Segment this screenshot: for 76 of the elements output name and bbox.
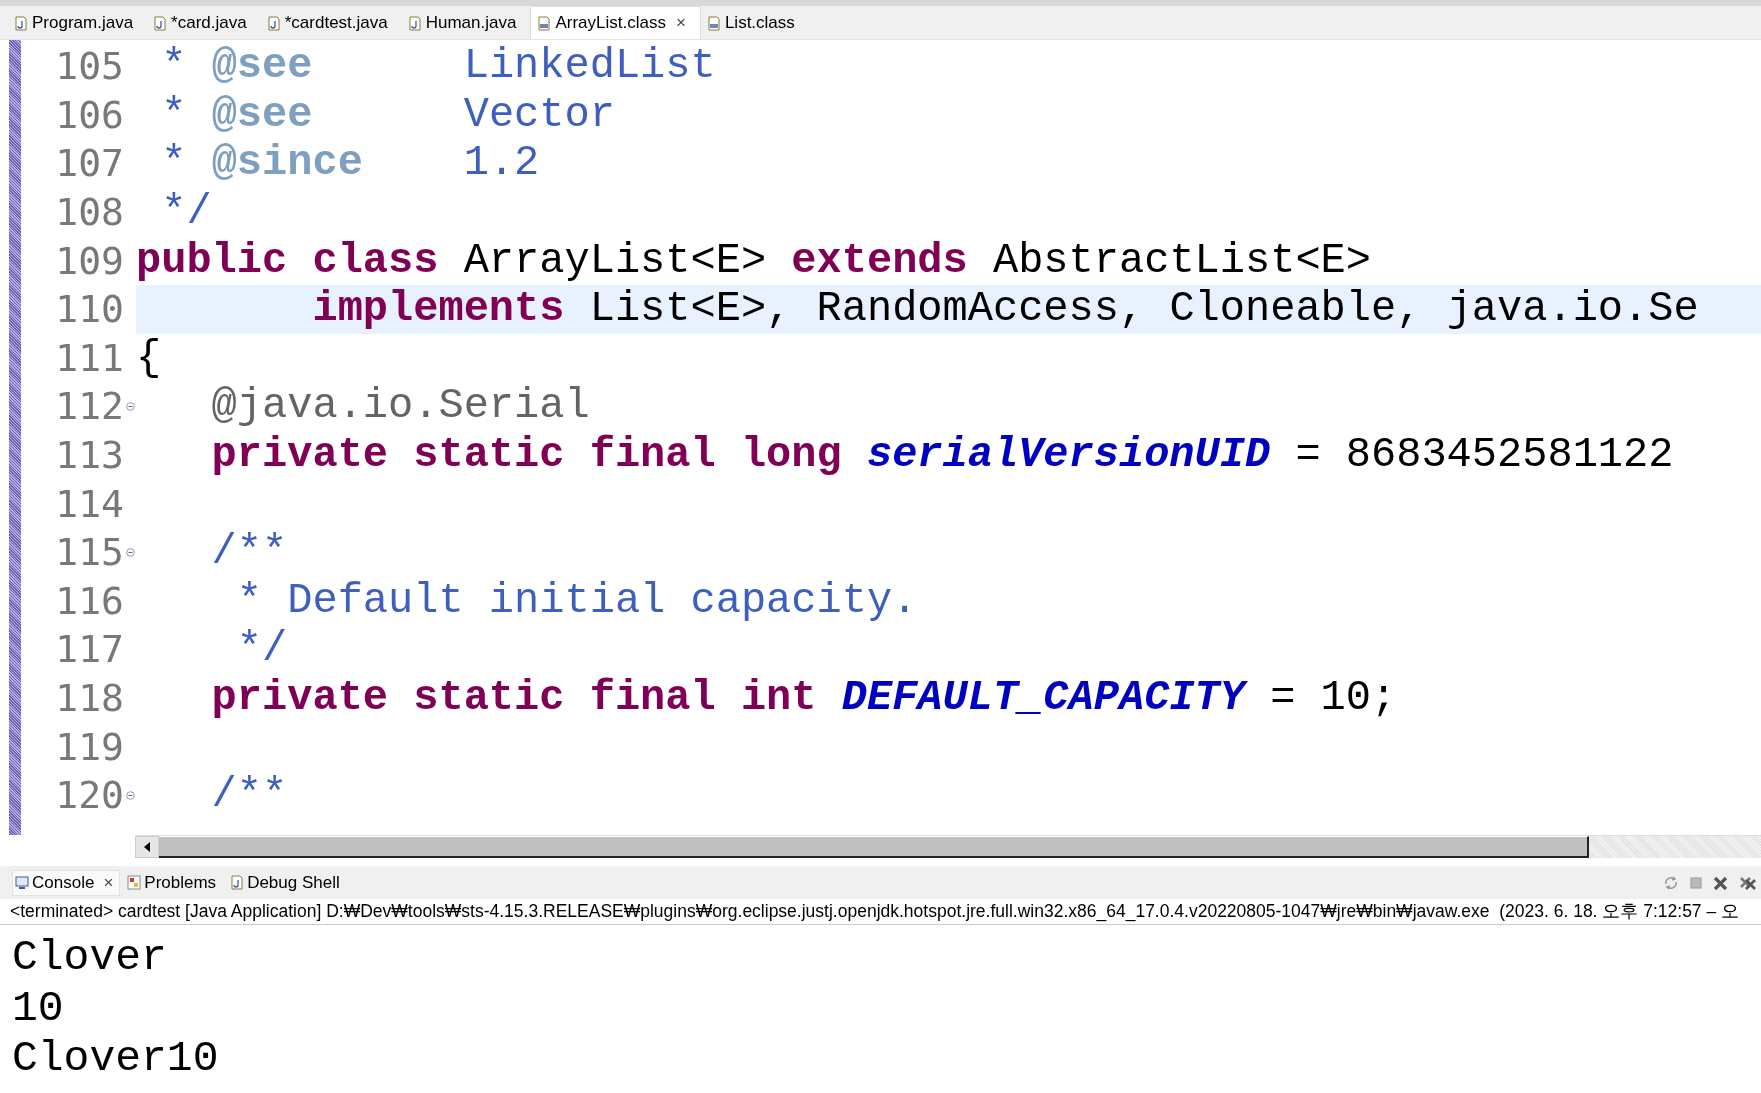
line-number: 109	[54, 238, 124, 283]
code-token: = 10;	[1269, 674, 1397, 722]
tab[interactable]: Program.java	[8, 7, 148, 39]
code-token: AbstractList<E>	[991, 236, 1371, 285]
line-number: 117	[54, 627, 124, 672]
tab[interactable]: Human.java	[401, 7, 531, 39]
line-number: 118	[54, 676, 124, 720]
line-number: 114	[54, 481, 124, 526]
tab[interactable]: Problems	[124, 869, 224, 896]
scroll-left-button[interactable]	[135, 836, 159, 858]
tab[interactable]: ArrayList.class ×	[530, 6, 701, 39]
remove-icon[interactable]	[1713, 874, 1729, 891]
tab[interactable]: *card.java	[147, 7, 261, 39]
line-number: 113	[54, 433, 124, 478]
line-number: 111	[54, 335, 124, 380]
close-button[interactable]: ×	[675, 13, 686, 33]
code-token: */	[160, 188, 212, 237]
console-output-line: 10	[12, 983, 65, 1035]
line-number: 116	[54, 578, 124, 623]
line-number: 120	[54, 773, 124, 818]
java-file-icon	[14, 15, 28, 31]
code-token: = 8683452581122	[1294, 431, 1674, 480]
tab[interactable]: *cardtest.java	[260, 7, 402, 39]
tab[interactable]: List.class	[700, 7, 809, 39]
code-token: private static final long	[210, 431, 843, 480]
code-token: private static final int	[210, 674, 818, 722]
code-token: 1.2	[462, 139, 540, 188]
fold-icon[interactable]	[126, 401, 135, 411]
line-number: 105	[54, 44, 124, 89]
java-file-icon	[266, 15, 281, 31]
line-number: 106	[54, 92, 124, 137]
code-token: *	[160, 139, 188, 188]
console-output-line: Clover	[12, 933, 168, 984]
java-file-icon	[153, 15, 168, 31]
code-token: serialVersionUID	[866, 431, 1271, 480]
tab[interactable]: Debug Shell	[227, 869, 347, 896]
horizontal-scrollbar[interactable]	[135, 835, 1761, 858]
code-token: {	[136, 333, 162, 382]
line-number: 110	[54, 287, 124, 332]
monitor-icon	[15, 875, 29, 890]
left-arrow-icon	[142, 841, 152, 853]
code-token: @see	[211, 90, 313, 139]
line-number: 112	[54, 384, 124, 429]
code-token: ArrayList<E>	[462, 236, 768, 285]
class-file-icon	[706, 15, 721, 31]
code-token: */	[235, 625, 288, 674]
code-token: LinkedList	[462, 42, 716, 91]
code-token: /**	[210, 528, 288, 577]
console-status-line: <terminated> cardtest [Java Application] D:₩Dev₩tools₩sts-4.15.3.RELEASE₩plugins₩org.eclipse.justj.openjdk.hotspot.jre.full.win32.x86_64_17.0.4.v20220805-1047₩jre₩bin₩javaw.exe (2023. 6. 18. 오후 7:12:57 – 오	[0, 899, 1761, 925]
code-token: Vector	[462, 90, 615, 139]
java-file-icon	[407, 15, 422, 31]
close-button[interactable]: ×	[103, 872, 114, 893]
line-number: 108	[54, 190, 124, 235]
code-token: @since	[211, 139, 363, 188]
code-token: implements	[311, 285, 565, 334]
code-token: public class	[136, 236, 439, 285]
class-file-icon	[537, 15, 552, 31]
console-output-line: Clover10	[12, 1034, 220, 1085]
tab[interactable]: Console ×	[12, 869, 121, 896]
code-token: /**	[210, 771, 288, 820]
remove-all-icon[interactable]	[1739, 874, 1757, 891]
fold-icon[interactable]	[126, 790, 135, 800]
java-file-icon	[230, 875, 245, 890]
code-token: @java.io.Serial	[210, 382, 590, 431]
code-token: *	[160, 42, 188, 91]
code-token: List<E>, RandomAccess, Cloneable, java.io.Se	[588, 285, 1699, 334]
code-token: @see	[211, 42, 313, 91]
scrollbar-thumb[interactable]	[159, 836, 1589, 858]
problems-icon	[127, 875, 142, 890]
line-number: 115	[54, 530, 124, 575]
fold-icon[interactable]	[126, 547, 135, 557]
line-number: 107	[54, 141, 124, 186]
code-token: extends	[791, 236, 968, 285]
code-token: * Default initial capacity.	[235, 576, 918, 625]
code-token: *	[160, 90, 188, 139]
line-number: 119	[54, 724, 124, 769]
